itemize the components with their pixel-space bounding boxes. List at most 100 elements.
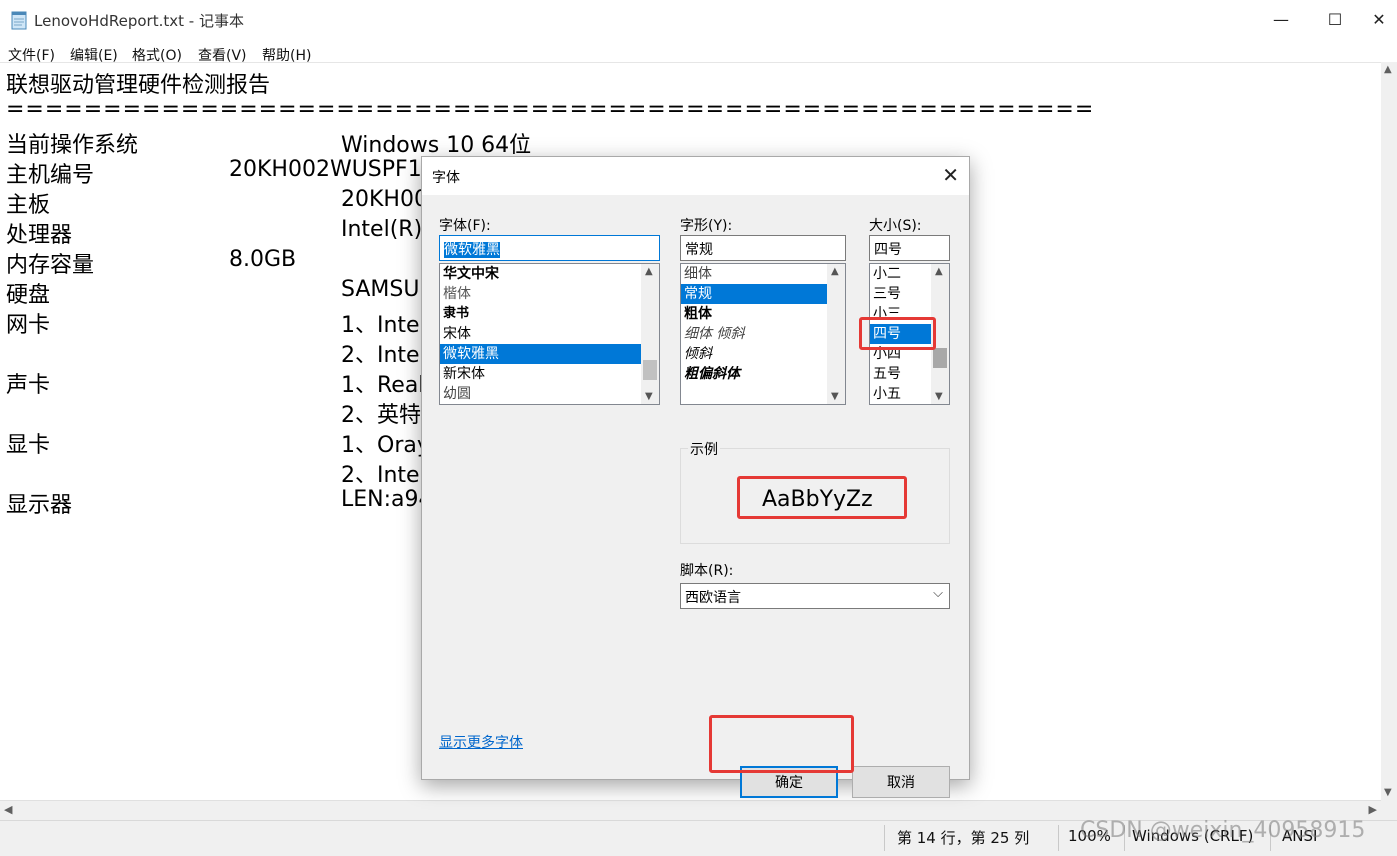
maximize-button[interactable]: ☐ <box>1312 0 1358 38</box>
list-item[interactable]: 三号 <box>870 284 931 304</box>
window-title: LenovoHdReport.txt - 记事本 <box>34 12 244 30</box>
row-label: 内存容量 <box>6 253 95 278</box>
list-item[interactable]: 宋体 <box>440 324 641 344</box>
size-list-items: 小二 三号 小三 四号 小四 五号 小五 <box>870 264 931 404</box>
list-item[interactable]: 小二 <box>870 264 931 284</box>
row-value: 8.0GB <box>229 247 297 272</box>
list-item-selected[interactable]: 微软雅黑 <box>440 344 641 364</box>
dialog-title: 字体 <box>432 170 460 186</box>
list-item[interactable]: 粗偏斜体 <box>681 364 827 384</box>
list-item[interactable]: 新宋体 <box>440 364 641 384</box>
size-input[interactable]: 四号 <box>869 235 950 261</box>
row-label: 主机编号 <box>6 163 95 188</box>
minimize-button[interactable]: — <box>1258 0 1304 38</box>
style-list[interactable]: 细体 常规 粗体 细体 倾斜 倾斜 粗偏斜体 ▲ ▼ <box>680 263 846 405</box>
watermark: CSDN @weixin_40958915 <box>1080 818 1366 843</box>
row-value: 1、Inte <box>341 313 420 338</box>
row-value: Windows 10 64位 <box>341 133 532 158</box>
row-value: 2、Inte <box>341 463 420 488</box>
font-input-value: 微软雅黑 <box>444 242 500 258</box>
row-value: SAMSU <box>341 277 420 302</box>
font-dialog: 字体 ✕ 字体(F): 微软雅黑 华文中宋 楷体 隶书 宋体 微软雅黑 新宋体 … <box>421 156 970 798</box>
list-item[interactable]: 粗体 <box>681 304 827 324</box>
list-item[interactable]: 小三 <box>870 304 931 324</box>
cancel-button[interactable]: 取消 <box>852 766 950 798</box>
row-label: 当前操作系统 <box>6 133 139 158</box>
font-input[interactable]: 微软雅黑 <box>439 235 660 261</box>
font-label: 字体(F): <box>439 218 491 234</box>
sample-text: AaBbYyZz <box>762 487 873 512</box>
status-divider <box>884 825 885 851</box>
row-value: 2、英特 <box>341 403 421 428</box>
scroll-down-icon[interactable]: ▼ <box>645 391 653 402</box>
list-item[interactable]: 隶书 <box>440 304 641 324</box>
list-item[interactable]: 细体 倾斜 <box>681 324 827 344</box>
row-label: 显卡 <box>6 433 51 458</box>
list-item[interactable]: 倾斜 <box>681 344 827 364</box>
notepad-icon <box>11 11 27 30</box>
row-label: 显示器 <box>6 493 73 518</box>
style-list-scrollbar[interactable]: ▲ ▼ <box>827 264 845 404</box>
status-divider <box>1058 825 1059 851</box>
title-bar: LenovoHdReport.txt - 记事本 — ☐ ✕ <box>0 0 1397 38</box>
row-value: 2、Inte <box>341 343 420 368</box>
list-item-selected[interactable]: 四号 <box>870 324 931 344</box>
vertical-scrollbar[interactable]: ▲ ▼ <box>1381 62 1397 800</box>
list-item[interactable]: 细体 <box>681 264 827 284</box>
list-item[interactable]: 幼圆 <box>440 384 641 404</box>
style-input[interactable]: 常规 <box>680 235 846 261</box>
list-item-selected[interactable]: 常规 <box>681 284 827 304</box>
scroll-thumb[interactable] <box>933 348 947 368</box>
ok-button[interactable]: 确定 <box>740 766 838 798</box>
row-label: 网卡 <box>6 313 51 338</box>
font-list[interactable]: 华文中宋 楷体 隶书 宋体 微软雅黑 新宋体 幼圆 ▲ ▼ <box>439 263 660 405</box>
scroll-thumb[interactable] <box>643 360 657 380</box>
more-fonts-link[interactable]: 显示更多字体 <box>439 732 523 752</box>
dialog-body: 字体(F): 微软雅黑 华文中宋 楷体 隶书 宋体 微软雅黑 新宋体 幼圆 ▲ … <box>422 195 969 798</box>
list-item[interactable]: 华文中宋 <box>440 264 641 284</box>
menu-bar: 文件(F) 编辑(E) 格式(O) 查看(V) 帮助(H) <box>0 38 1397 64</box>
font-list-scrollbar[interactable]: ▲ ▼ <box>641 264 659 404</box>
row-value: Intel(R) <box>341 217 423 242</box>
size-list[interactable]: 小二 三号 小三 四号 小四 五号 小五 ▲ ▼ <box>869 263 950 405</box>
dialog-title-bar: 字体 ✕ <box>422 157 969 195</box>
scroll-down-icon[interactable]: ▼ <box>1384 787 1392 798</box>
chevron-down-icon: ⌵ <box>933 586 943 601</box>
size-label: 大小(S): <box>869 218 922 234</box>
list-item[interactable]: 小四 <box>870 344 931 364</box>
row-label: 主板 <box>6 193 51 218</box>
status-position: 第 14 行，第 25 列 <box>897 829 1030 847</box>
row-label: 声卡 <box>6 373 51 398</box>
scroll-left-icon[interactable]: ◀ <box>4 803 12 816</box>
document-heading: 联想驱动管理硬件检测报告 <box>6 73 271 98</box>
scroll-down-icon[interactable]: ▼ <box>935 391 943 402</box>
list-item[interactable]: 楷体 <box>440 284 641 304</box>
script-select[interactable]: 西欧语言 ⌵ <box>680 583 950 609</box>
sample-label: 示例 <box>688 439 720 459</box>
script-select-value: 西欧语言 <box>685 590 741 606</box>
dialog-close-icon[interactable]: ✕ <box>942 163 959 187</box>
script-label: 脚本(R): <box>680 563 734 579</box>
row-value: 1、Oray <box>341 433 430 458</box>
scroll-up-icon[interactable]: ▲ <box>831 266 839 277</box>
style-label: 字形(Y): <box>680 218 733 234</box>
row-value: LEN:a94 <box>341 487 433 512</box>
list-item[interactable]: 小五 <box>870 384 931 404</box>
scrollbar-corner <box>1381 800 1397 820</box>
list-item[interactable]: 五号 <box>870 364 931 384</box>
scroll-down-icon[interactable]: ▼ <box>831 391 839 402</box>
row-value: 20KH00 <box>341 187 428 212</box>
scroll-up-icon[interactable]: ▲ <box>935 266 943 277</box>
horizontal-scrollbar[interactable]: ◀ ▶ <box>0 800 1381 820</box>
scroll-right-icon[interactable]: ▶ <box>1369 803 1377 816</box>
row-value: 20KH002WUSPF1 <box>229 157 422 182</box>
scroll-up-icon[interactable]: ▲ <box>645 266 653 277</box>
scroll-up-icon[interactable]: ▲ <box>1384 64 1392 75</box>
close-button[interactable]: ✕ <box>1356 0 1397 38</box>
row-label: 硬盘 <box>6 283 51 308</box>
row-value: 1、Real <box>341 373 425 398</box>
font-list-items: 华文中宋 楷体 隶书 宋体 微软雅黑 新宋体 幼圆 <box>440 264 641 404</box>
style-list-items: 细体 常规 粗体 细体 倾斜 倾斜 粗偏斜体 <box>681 264 827 384</box>
row-label: 处理器 <box>6 223 73 248</box>
size-list-scrollbar[interactable]: ▲ ▼ <box>931 264 949 404</box>
